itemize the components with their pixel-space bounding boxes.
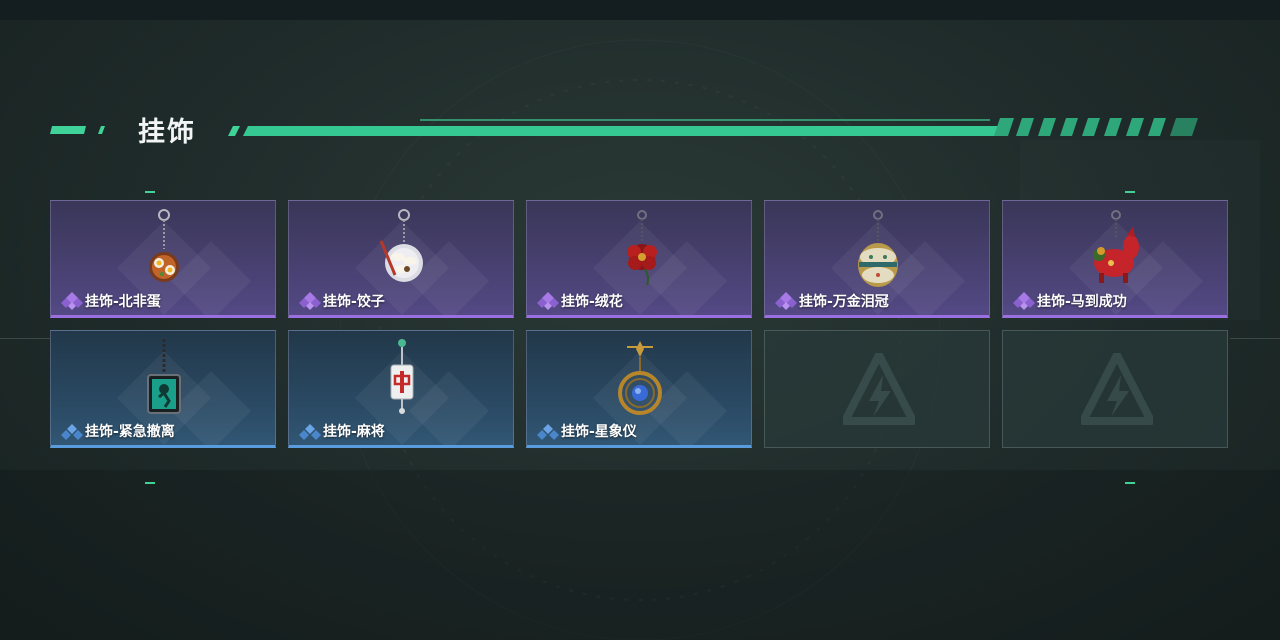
charm-name: 挂饰-星象仪 xyxy=(561,424,637,440)
rarity-diamond-icon xyxy=(299,424,321,440)
shakshuka-charm-icon xyxy=(149,209,179,282)
charm-card-emergency-exit[interactable]: 挂饰-紧急撤离 xyxy=(50,330,276,448)
charm-grid: 挂饰-北非蛋 挂饰-饺子 挂饰-绒花 挂饰-万金泪冠 挂饰-马到成功 挂饰-紧急… xyxy=(50,200,1230,450)
empty-charm-slot[interactable] xyxy=(1002,330,1228,448)
rarity-diamond-icon xyxy=(61,424,83,440)
charm-card-velvet-flower[interactable]: 挂饰-绒花 xyxy=(526,200,752,318)
charm-label: 挂饰-马到成功 xyxy=(1013,291,1127,311)
charm-name: 挂饰-万金泪冠 xyxy=(799,294,889,310)
empty-slot-logo-icon xyxy=(1081,353,1153,425)
mahjong-tile-charm-icon xyxy=(390,339,414,414)
rarity-diamond-icon xyxy=(775,292,797,310)
charm-card-crown-egg[interactable]: 挂饰-万金泪冠 xyxy=(764,200,990,318)
grid-corner-tick xyxy=(1125,191,1135,193)
rarity-diamond-icon xyxy=(61,292,83,310)
charm-card-shakshuka[interactable]: 挂饰-北非蛋 xyxy=(50,200,276,318)
astrolabe-charm-icon xyxy=(618,341,662,415)
charm-card-mahjong[interactable]: 挂饰-麻将 xyxy=(288,330,514,448)
charm-name: 挂饰-马到成功 xyxy=(1037,294,1127,310)
red-horse-charm-icon xyxy=(1093,210,1139,283)
charm-card-dumpling[interactable]: 挂饰-饺子 xyxy=(288,200,514,318)
charm-label: 挂饰-紧急撤离 xyxy=(61,421,175,441)
charm-name: 挂饰-绒花 xyxy=(561,294,623,310)
charm-card-red-horse[interactable]: 挂饰-马到成功 xyxy=(1002,200,1228,318)
charm-name: 挂饰-麻将 xyxy=(323,424,385,440)
charm-name: 挂饰-饺子 xyxy=(323,294,385,310)
grid-corner-tick xyxy=(1125,482,1135,484)
emergency-exit-charm-icon xyxy=(147,339,181,414)
empty-slot-logo-icon xyxy=(843,353,915,425)
charm-label: 挂饰-麻将 xyxy=(299,421,385,441)
charm-label: 挂饰-北非蛋 xyxy=(61,291,161,311)
charm-label: 挂饰-万金泪冠 xyxy=(775,291,889,311)
dumpling-plate-charm-icon xyxy=(379,209,423,282)
velvet-flower-charm-icon xyxy=(627,210,657,286)
left-edge-line xyxy=(0,338,50,339)
empty-charm-slot[interactable] xyxy=(764,330,990,448)
charm-label: 挂饰-星象仪 xyxy=(537,421,637,441)
right-edge-line xyxy=(1230,338,1280,339)
charm-name: 挂饰-北非蛋 xyxy=(85,294,161,310)
charm-label: 挂饰-饺子 xyxy=(299,291,385,311)
charm-card-astrolabe[interactable]: 挂饰-星象仪 xyxy=(526,330,752,448)
charm-label: 挂饰-绒花 xyxy=(537,291,623,311)
rarity-diamond-icon xyxy=(537,292,559,310)
page-title: 挂饰 xyxy=(138,117,196,148)
grid-corner-tick xyxy=(145,191,155,193)
rarity-diamond-icon xyxy=(1013,292,1035,310)
charm-name: 挂饰-紧急撤离 xyxy=(85,424,175,440)
grid-corner-tick xyxy=(145,482,155,484)
crown-egg-charm-icon xyxy=(858,210,898,287)
rarity-diamond-icon xyxy=(537,424,559,440)
rarity-diamond-icon xyxy=(299,292,321,310)
